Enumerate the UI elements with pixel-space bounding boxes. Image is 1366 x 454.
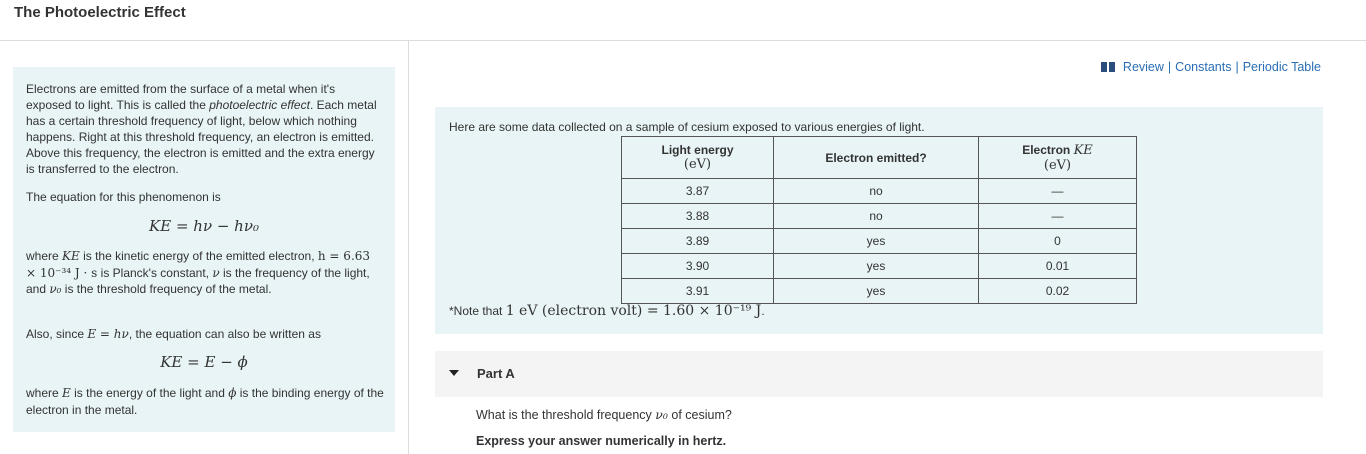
review-link[interactable]: Review (1123, 60, 1164, 74)
note-text: *Note that (449, 304, 506, 318)
table-row: 3.91 yes 0.02 (621, 278, 1137, 304)
resource-links: Review | Constants | Periodic Table (1100, 60, 1321, 74)
table-header-row: Light energy (eV) Electron emitted? Elect… (621, 136, 1137, 179)
intro-paragraph: Electrons are emitted from the surface o… (26, 81, 383, 177)
cell-ke: — (978, 203, 1137, 229)
table-row: 3.89 yes 0 (621, 228, 1137, 254)
note-text: . (761, 304, 765, 318)
answer-instruction: Express your answer numerically in hertz… (476, 434, 727, 448)
math-e: E (62, 386, 71, 400)
math-nu: ν (212, 265, 220, 280)
header-label: Electron (1022, 142, 1074, 157)
link-separator: | (1167, 60, 1172, 74)
equation-ke-phi: KE = E − ϕ (160, 353, 248, 371)
cell-ke: 0.02 (978, 278, 1137, 304)
question-part: of cesium? (667, 408, 732, 422)
column-header-electron-emitted: Electron emitted? (773, 136, 979, 179)
table-row: 3.90 yes 0.01 (621, 253, 1137, 279)
header-unit: (eV) (683, 157, 712, 172)
header-math: KE (1073, 142, 1093, 158)
cell-emitted: yes (773, 278, 979, 304)
note-equation: 1 eV (electron volt) = 1.60 × 10⁻¹⁹ J (505, 303, 762, 319)
text: where (26, 386, 63, 400)
header-unit: (eV) (1043, 157, 1072, 173)
unit-note: *Note that 1 eV (electron volt) = 1.60 ×… (449, 303, 765, 319)
cell-energy: 3.88 (621, 203, 774, 229)
cell-energy: 3.89 (621, 228, 774, 254)
question-part: What is the threshold frequency (476, 408, 656, 422)
column-header-light-energy: Light energy (eV) (621, 136, 774, 179)
text: Also, since (26, 327, 88, 341)
table-row: 3.87 no — (621, 178, 1137, 204)
constants-link[interactable]: Constants (1175, 60, 1231, 74)
book-icon (1100, 62, 1115, 72)
equation-ke: KE = hν − hν₀ (149, 217, 259, 235)
data-intro: Here are some data collected on a sample… (449, 120, 925, 134)
cell-energy: 3.91 (621, 278, 774, 304)
data-panel: Here are some data collected on a sample… (435, 107, 1323, 334)
math-nu0: ν₀ (655, 407, 668, 422)
question-text: What is the threshold frequency ν₀ of ce… (476, 407, 732, 422)
text: is the threshold frequency of the metal. (61, 282, 272, 296)
also-paragraph: Also, since E = hν, the equation can als… (26, 327, 381, 341)
header-label: Electron emitted? (825, 150, 927, 165)
cell-ke: — (978, 178, 1137, 204)
intro-emphasis: photoelectric effect (209, 98, 310, 112)
cell-ke: 0.01 (978, 253, 1137, 279)
caret-down-icon (449, 370, 459, 376)
text: is Planck's constant, (97, 265, 213, 280)
cell-emitted: yes (773, 228, 979, 254)
cell-ke: 0 (978, 228, 1137, 254)
text: where (26, 249, 63, 263)
math-ke: KE (62, 249, 80, 263)
table-row: 3.88 no — (621, 203, 1137, 229)
header-label: Light energy (661, 143, 734, 157)
where-paragraph-1: where KE is the kinetic energy of the em… (26, 248, 381, 298)
header-divider (0, 40, 1366, 41)
cell-energy: 3.90 (621, 253, 774, 279)
text: is the energy of the light and (70, 386, 229, 400)
column-divider (408, 40, 409, 454)
cell-emitted: no (773, 178, 979, 204)
column-header-electron-ke: Electron KE (eV) (978, 136, 1137, 179)
cell-energy: 3.87 (621, 178, 774, 204)
math-nu0: ν₀ (49, 282, 62, 296)
cell-emitted: no (773, 203, 979, 229)
link-separator: | (1235, 60, 1239, 74)
text: , the equation can also be written as (128, 327, 321, 341)
where-paragraph-2: where E is the energy of the light and ϕ… (26, 385, 386, 418)
text: is the kinetic energy of the emitted ele… (79, 249, 318, 263)
part-a-toggle[interactable]: Part A (435, 351, 1323, 397)
data-table: Light energy (eV) Electron emitted? Elect… (621, 136, 1137, 304)
math-e-hnu: E = hν (87, 327, 129, 341)
equation-intro: The equation for this phenomenon is (26, 190, 221, 204)
cell-emitted: yes (773, 253, 979, 279)
page-title: The Photoelectric Effect (14, 4, 186, 21)
periodic-table-link[interactable]: Periodic Table (1243, 60, 1321, 74)
part-a-label: Part A (477, 366, 515, 381)
